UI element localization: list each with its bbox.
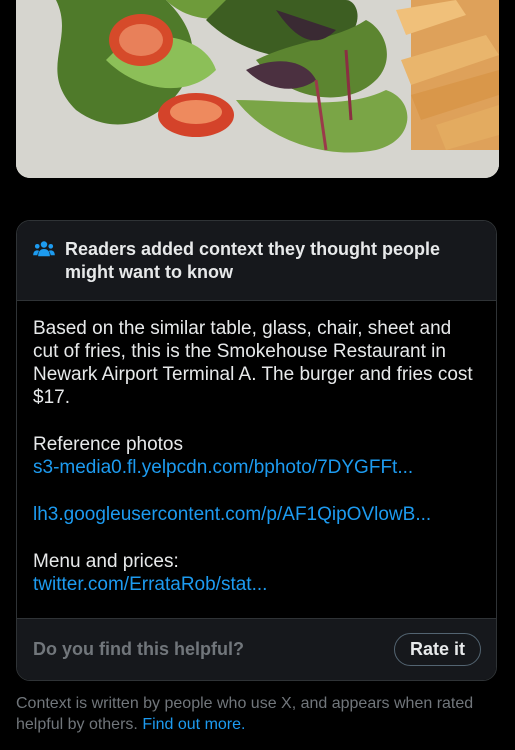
rate-it-button[interactable]: Rate it (393, 633, 481, 666)
helpful-question: Do you find this helpful? (33, 639, 244, 659)
note-body: Based on the similar table, glass, chair… (17, 301, 496, 596)
note-header: Readers added context they thought peopl… (17, 221, 496, 301)
context-disclaimer: Context is written by people who use X, … (16, 693, 486, 735)
menu-link-twitter[interactable]: twitter.com/ErrataRob/stat... (33, 573, 480, 596)
food-photo[interactable] (16, 0, 499, 178)
note-footer: Do you find this helpful? Rate it (17, 618, 496, 680)
note-text: Based on the similar table, glass, chair… (33, 318, 473, 408)
reference-link-google[interactable]: lh3.googleusercontent.com/p/AF1QipOVlowB… (33, 503, 480, 526)
people-icon (33, 241, 55, 257)
reference-photos-label: Reference photos (33, 434, 183, 455)
note-title: Readers added context they thought peopl… (65, 239, 441, 282)
salad-and-fries-image (16, 0, 499, 178)
reference-link-yelp[interactable]: s3-media0.fl.yelpcdn.com/bphoto/7DYGFFt.… (33, 456, 480, 479)
community-note: Readers added context they thought peopl… (16, 220, 497, 681)
menu-prices-label: Menu and prices: (33, 551, 179, 572)
find-out-more-link[interactable]: Find out more. (142, 716, 245, 733)
